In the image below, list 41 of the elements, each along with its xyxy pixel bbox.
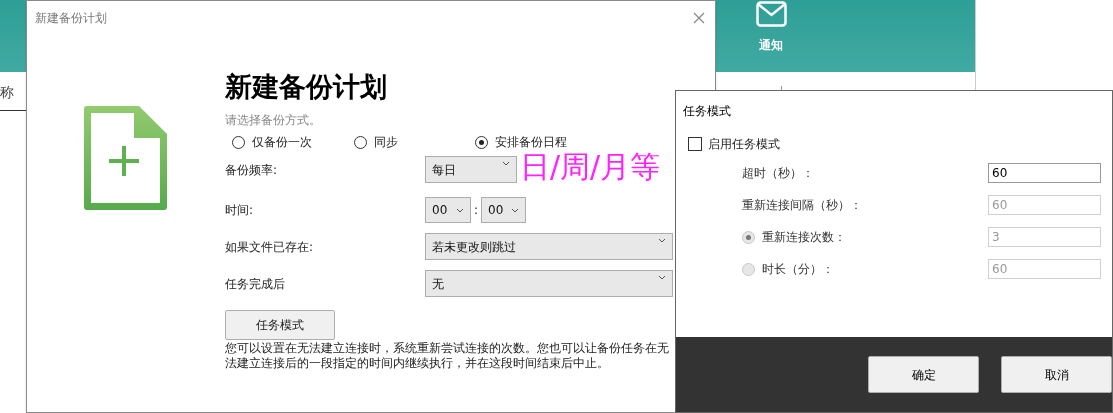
radio-button[interactable] [475, 135, 488, 149]
checkbox-label: 启用任务模式 [708, 136, 780, 153]
radio-button[interactable] [232, 135, 245, 149]
dialog-title: 任务模式 [683, 103, 732, 120]
field-label: 重新连接次数： [762, 229, 846, 246]
minute-select[interactable]: 00 [481, 197, 526, 223]
close-icon[interactable] [693, 12, 705, 24]
time-separator: : [472, 202, 479, 219]
dialog-button[interactable]: 取消 [1001, 356, 1112, 393]
hour-select[interactable]: 00 [425, 197, 471, 223]
task-mode-button[interactable]: 任务模式 [225, 310, 335, 340]
frequency-select[interactable]: 每日 [425, 156, 517, 183]
chevron-icon [502, 161, 510, 166]
after-task-select[interactable]: 无 [425, 270, 673, 297]
chevron-icon [456, 207, 464, 213]
radio-label: 同步 [374, 134, 398, 151]
field-label: 备份频率: [225, 161, 279, 179]
field-label: 任务完成后 [225, 275, 286, 293]
annotation-text: 日/周/月等 [520, 148, 661, 186]
new-file-icon [84, 106, 167, 210]
number-field[interactable]: 60 [988, 163, 1101, 183]
if-exists-select[interactable]: 若未更改则跳过 [425, 233, 673, 260]
chevron-icon [511, 207, 519, 213]
mail-icon [755, 1, 787, 27]
dialog-button[interactable]: 确定 [868, 356, 979, 393]
chevron-icon [658, 275, 666, 280]
description-text: 您可以设置在无法建立连接时，系统重新尝试连接的次数。您也可以让备份任务在无法建立连接后的一段指定的时间内继续执行，并在这段时间结束后中止。 [225, 341, 670, 371]
dialog-title: 新建备份计划 [35, 10, 107, 27]
subtitle: 请选择备份方式。 [225, 112, 322, 129]
chevron-icon [658, 238, 666, 243]
radio-label: 安排备份日程 [495, 134, 567, 151]
field-label: 重新连接间隔（秒）： [742, 197, 862, 214]
column-header: 称 [0, 83, 14, 102]
radio-button[interactable] [354, 135, 367, 149]
field-label: 时间: [225, 202, 255, 219]
radio-label: 仅备份一次 [252, 134, 312, 151]
field-label: 超时（秒）： [742, 165, 814, 182]
dialog-heading: 新建备份计划 [225, 70, 388, 104]
field-label: 时长（分）： [762, 261, 834, 278]
field-label: 如果文件已存在: [225, 238, 315, 256]
checkbox[interactable] [688, 137, 702, 151]
